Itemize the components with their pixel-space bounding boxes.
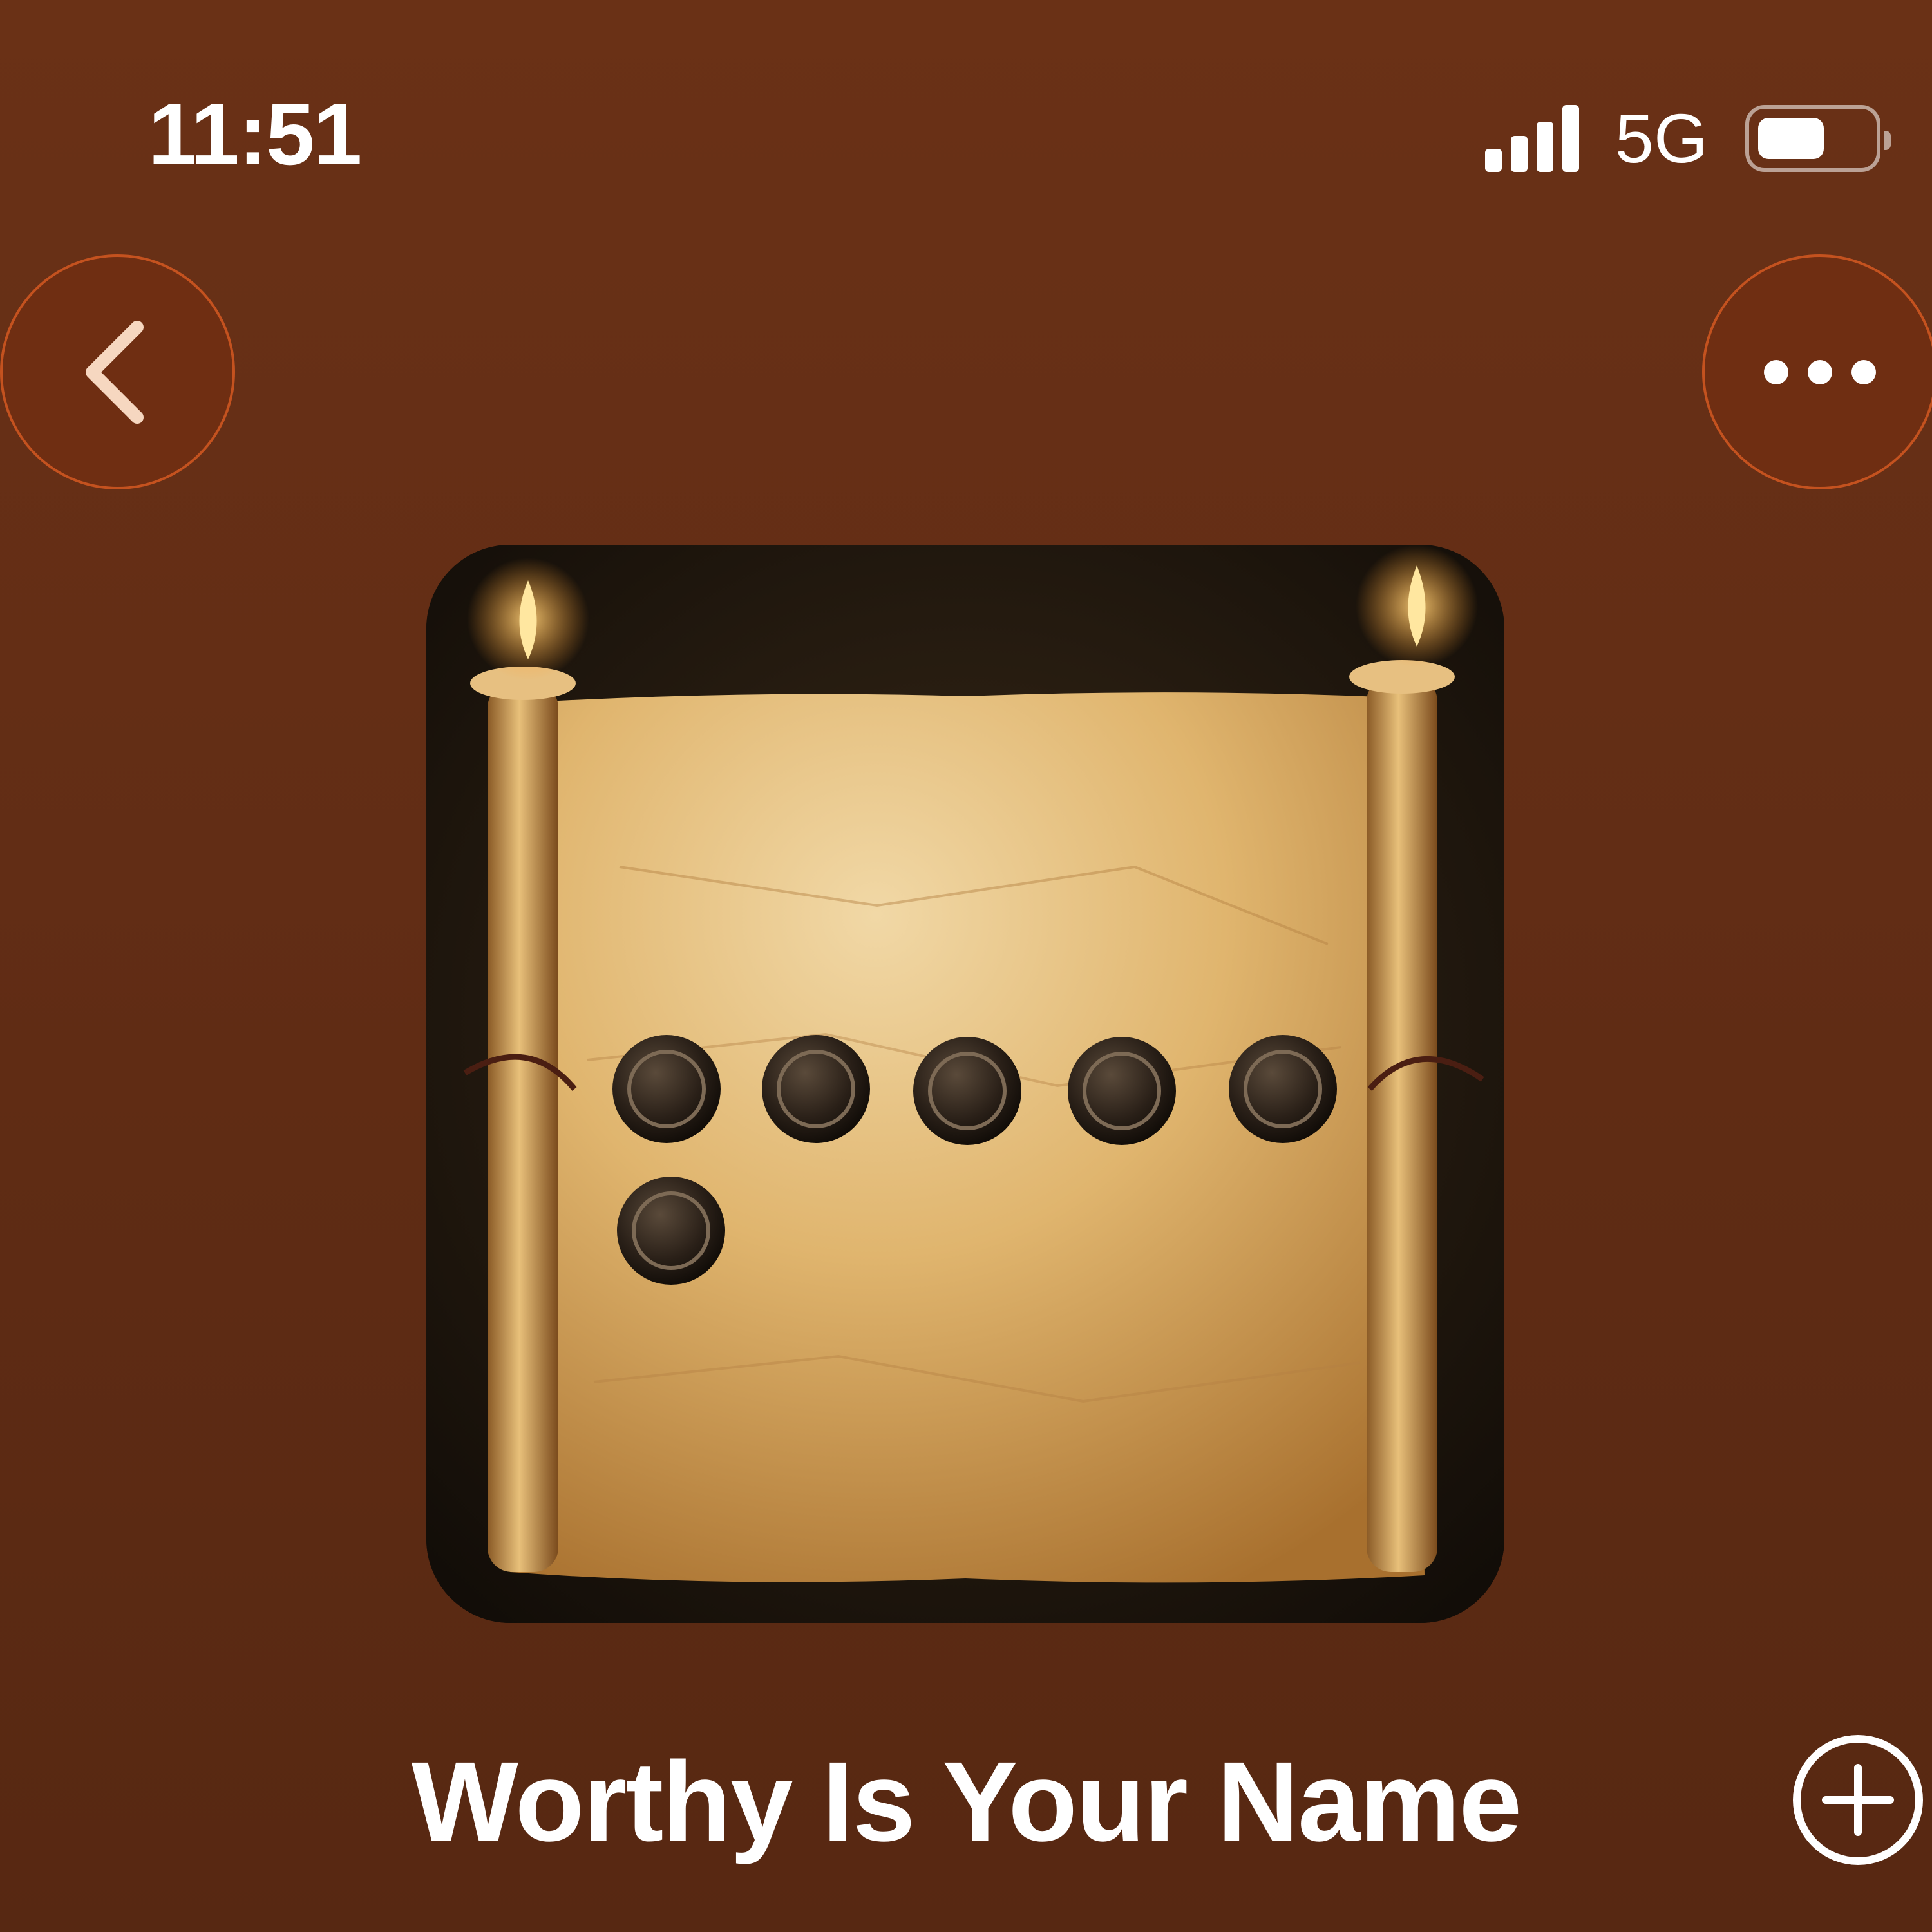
signal-icon — [1484, 105, 1579, 172]
album-artwork[interactable] — [426, 545, 1504, 1623]
status-indicators: 5G — [1484, 99, 1891, 177]
plus-circle-icon — [1793, 1735, 1923, 1865]
add-button[interactable] — [1790, 1732, 1926, 1868]
network-label: 5G — [1615, 99, 1708, 177]
ellipsis-icon — [1763, 359, 1876, 384]
now-playing-screen: 11:51 5G Worthy Is Your Name — [0, 0, 1932, 1932]
scroll-with-seals-artwork — [426, 545, 1504, 1623]
status-time: 11:51 — [148, 85, 362, 183]
chevron-left-icon — [85, 320, 144, 424]
more-options-button[interactable] — [1702, 254, 1932, 489]
back-button[interactable] — [0, 254, 235, 489]
battery-icon — [1745, 105, 1891, 172]
song-title: Worthy Is Your Name — [411, 1739, 1522, 1865]
battery-fill — [1758, 118, 1824, 159]
